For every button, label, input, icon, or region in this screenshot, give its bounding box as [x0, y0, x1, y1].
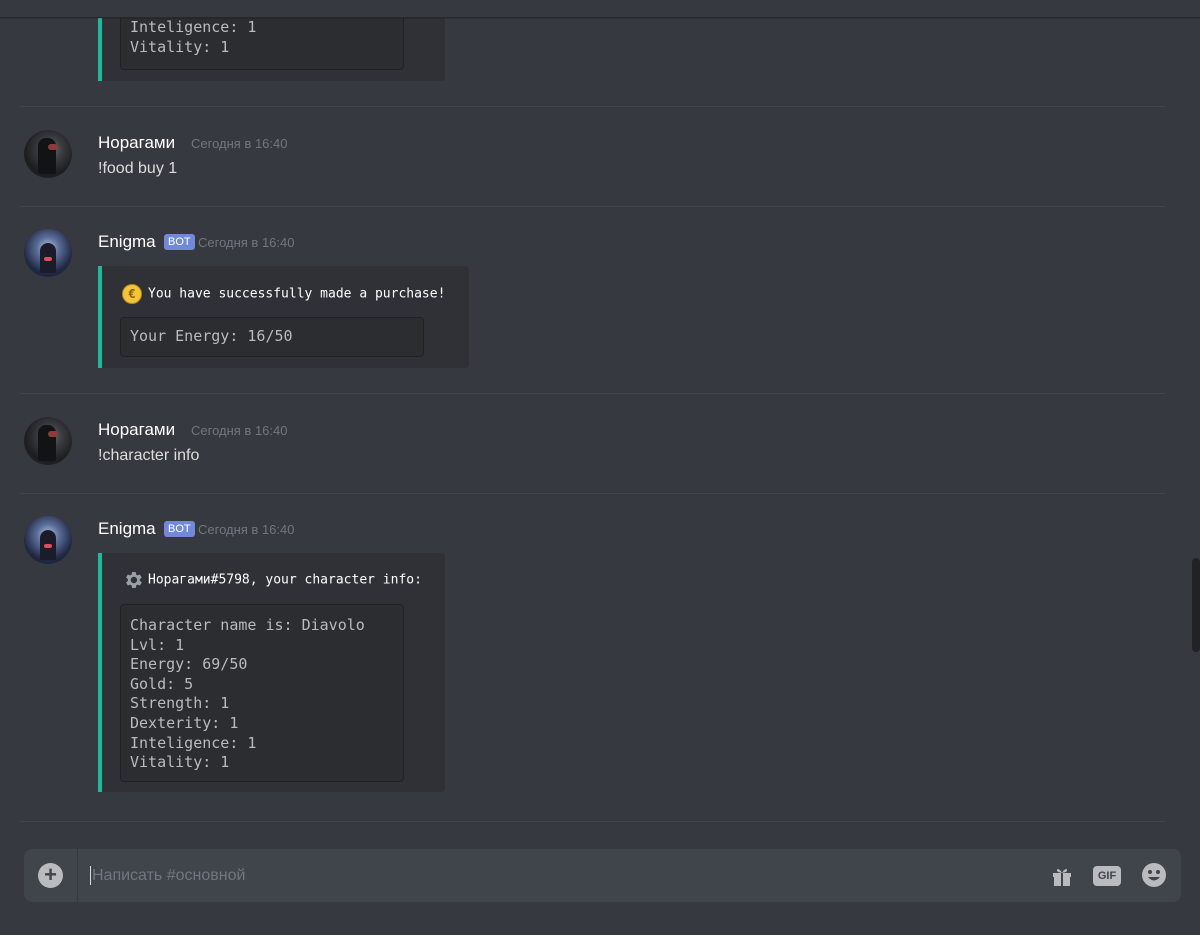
- scrollbar[interactable]: [1192, 18, 1200, 818]
- code-line: Inteligence: 1: [130, 18, 257, 36]
- message-input[interactable]: Написать #основной: [90, 865, 990, 887]
- message-divider: [20, 821, 1165, 822]
- code-line: Inteligence: 1: [130, 733, 257, 752]
- gear-icon: [126, 572, 142, 588]
- message-composer: + Написать #основной GIF: [24, 849, 1181, 902]
- embed-title: Норагами#5798, your character info:: [122, 569, 422, 591]
- message-divider: [20, 206, 1165, 207]
- username[interactable]: Норагами: [98, 133, 175, 153]
- embed-title: € You have successfully made a purchase!: [122, 284, 445, 304]
- plus-circle-icon[interactable]: +: [38, 863, 63, 888]
- embed-codeblock: Character name is: Diavolo Lvl: 1 Energy…: [120, 604, 404, 782]
- embed-codeblock: Your Energy: 16/50: [120, 317, 424, 357]
- code-line: Dexterity: 1: [130, 713, 239, 732]
- message-text: !food buy 1: [98, 160, 178, 177]
- emoji-icon[interactable]: [1141, 862, 1167, 888]
- code-line: Your Energy: 16/50: [130, 327, 293, 345]
- message-divider: [20, 106, 1165, 107]
- text-caret: [90, 866, 91, 886]
- message-input-placeholder: Написать #основной: [92, 867, 246, 884]
- username[interactable]: Enigma: [98, 519, 156, 539]
- message-divider: [20, 393, 1165, 394]
- timestamp: Сегодня в 16:40: [191, 423, 288, 438]
- embed-title-text: Норагами#5798, your character info:: [148, 572, 422, 588]
- gift-icon[interactable]: [1050, 864, 1074, 888]
- bot-badge: BOT: [164, 234, 195, 250]
- code-line: Vitality: 1: [130, 753, 230, 772]
- message-divider: [20, 493, 1165, 494]
- bot-avatar[interactable]: [24, 229, 72, 277]
- bot-badge: BOT: [164, 521, 195, 537]
- coin-icon: €: [122, 284, 142, 304]
- composer-separator: [77, 849, 78, 902]
- embed-title-text: You have successfully made a purchase!: [148, 286, 446, 302]
- bot-avatar[interactable]: [24, 516, 72, 564]
- username[interactable]: Enigma: [98, 232, 156, 252]
- code-line: Gold: 5: [130, 674, 194, 693]
- user-avatar[interactable]: [24, 417, 72, 465]
- code-line: Energy: 69/50: [130, 655, 248, 674]
- message-text: !character info: [98, 447, 200, 464]
- user-avatar[interactable]: [24, 130, 72, 178]
- timestamp: Сегодня в 16:40: [191, 136, 288, 151]
- bot-embed: Норагами#5798, your character info: Char…: [98, 553, 445, 792]
- code-line: Character name is: Diavolo: [130, 616, 365, 634]
- code-line: Lvl: 1: [130, 635, 185, 654]
- timestamp: Сегодня в 16:40: [198, 235, 295, 250]
- gif-icon[interactable]: GIF: [1093, 866, 1121, 886]
- timestamp: Сегодня в 16:40: [198, 522, 295, 537]
- scrollbar-thumb[interactable]: [1192, 558, 1200, 652]
- username[interactable]: Норагами: [98, 420, 175, 440]
- bot-embed: € You have successfully made a purchase! …: [98, 266, 469, 368]
- code-line: Vitality: 1: [130, 37, 230, 56]
- channel-header-edge: [0, 0, 1200, 18]
- code-line: Strength: 1: [130, 694, 230, 713]
